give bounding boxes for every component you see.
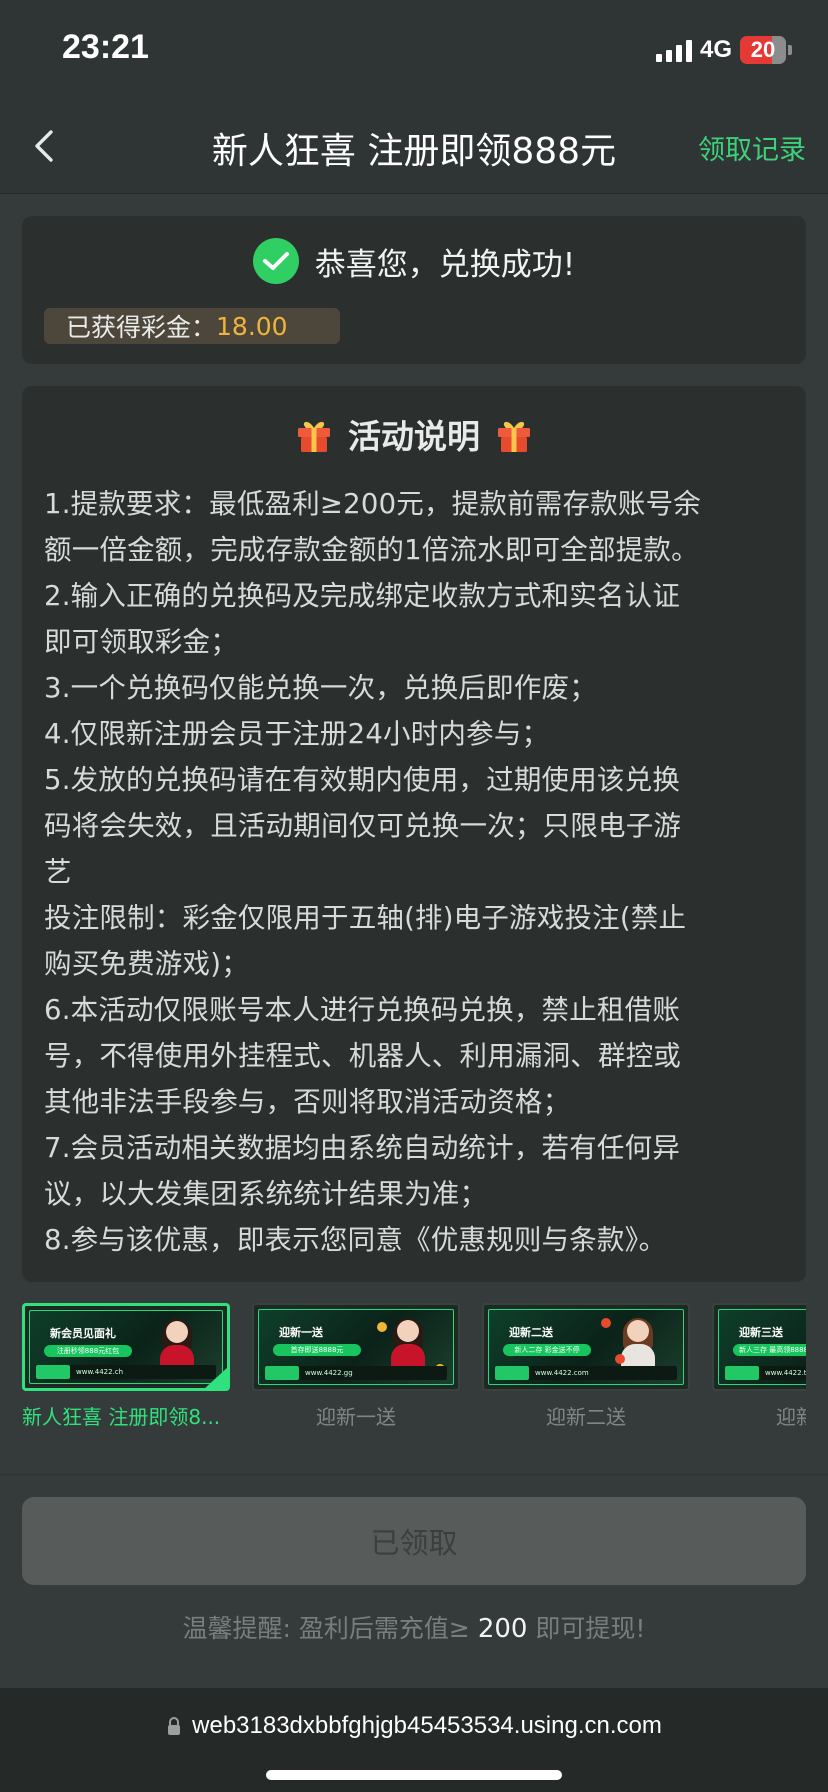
rule-line: 额一倍金额，完成存款金额的1倍流水即可全部提款。 (44, 534, 699, 566)
browser-url-bar[interactable]: web3183dxbbfghjgb45453534.using.cn.com (0, 1688, 828, 1792)
thumb-title: 迎新三送 (739, 1326, 783, 1339)
bottom-action-area: 已领取 温馨提醒: 盈利后需充值≥ 200 即可提现! (0, 1474, 828, 1688)
reminder-amount: 200 (477, 1614, 528, 1644)
promo-banner-item[interactable]: 迎新一送 首存即送8888元 www.4422.gg 迎新一送 (252, 1303, 460, 1427)
withdraw-reminder: 温馨提醒: 盈利后需充值≥ 200 即可提现! (0, 1609, 828, 1645)
rule-line: 5.发放的兑换码请在有效期内使用，过期使用该兑换 (44, 764, 681, 796)
description-header: 活动说明 (22, 410, 806, 458)
promo-banner-item[interactable]: 新会员见面礼 注册秒领888元红包 www.4422.ch 新人狂喜 注册即领8… (22, 1303, 230, 1427)
status-bar: 23:21 4G 20 (0, 0, 828, 100)
battery-icon: 20 (740, 36, 792, 64)
bonus-badge: 已获得彩金： 18.00 (44, 308, 340, 344)
promo-banner-carousel[interactable]: 新会员见面礼 注册秒领888元红包 www.4422.ch 新人狂喜 注册即领8… (22, 1303, 806, 1427)
rule-line: 即可领取彩金； (44, 626, 238, 658)
lock-icon (168, 1717, 181, 1735)
rule-line: 2.输入正确的兑换码及完成绑定收款方式和实名认证 (44, 580, 681, 612)
promo-banner-item[interactable]: 迎新三送 新人三存 最高领8888元 www.4422.tv 迎新三送 (712, 1303, 806, 1427)
thumb-url: www.4422.com (535, 1369, 589, 1377)
success-row: 恭喜您，兑换成功! (22, 238, 806, 284)
rule-line: 其他非法手段参与，否则将取消活动资格； (44, 1086, 571, 1118)
description-title: 活动说明 (348, 417, 480, 456)
activity-description-card: 活动说明 1.提款要求：最低盈利≥200元，提款前需存款账号余 额一倍金额，完成… (22, 386, 806, 1282)
promo-banner-thumbnail[interactable]: 迎新一送 首存即送8888元 www.4422.gg (252, 1303, 460, 1391)
reminder-suffix: 即可提现! (527, 1614, 646, 1643)
banner-label: 迎新三送 (776, 1405, 806, 1427)
success-message: 恭喜您，兑换成功! (314, 246, 576, 283)
status-time: 23:21 (62, 28, 149, 66)
rule-line: 3.一个兑换码仅能兑换一次，兑换后即作废； (44, 672, 597, 704)
signal-icon (655, 38, 692, 62)
gift-icon (498, 421, 530, 452)
rules-text: 1.提款要求：最低盈利≥200元，提款前需存款账号余 额一倍金额，完成存款金额的… (44, 481, 784, 1263)
rule-line: 6.本活动仅限账号本人进行兑换码兑换，禁止租借账 (44, 994, 681, 1026)
promo-banner-item[interactable]: 迎新二送 新人二存 彩金送不停 www.4422.com 迎新二送 (482, 1303, 690, 1427)
promo-banner-thumbnail[interactable]: 迎新二送 新人二存 彩金送不停 www.4422.com (482, 1303, 690, 1391)
rule-line: 号，不得使用外挂程式、机器人、利用漏洞、群控或 (44, 1040, 682, 1072)
banner-label: 迎新一送 (316, 1405, 396, 1427)
rule-line: 7.会员活动相关数据均由系统自动统计，若有任何异 (44, 1132, 681, 1164)
banner-label: 迎新二送 (546, 1405, 626, 1427)
thumb-subtitle: 注册秒领888元红包 (44, 1345, 132, 1357)
success-card: 恭喜您，兑换成功! 已获得彩金： 18.00 (22, 216, 806, 364)
network-type: 4G (699, 36, 732, 63)
status-indicators: 4G 20 (655, 34, 792, 66)
url-text[interactable]: web3183dxbbfghjgb45453534.using.cn.com (192, 1712, 662, 1740)
url-row[interactable]: web3183dxbbfghjgb45453534.using.cn.com (0, 1712, 828, 1740)
thumb-subtitle: 新人三存 最高领8888元 (733, 1344, 806, 1356)
rule-line: 4.仅限新注册会员于注册24小时内参与； (44, 718, 550, 750)
rule-line: 码将会失效，且活动期间仅可兑换一次；只限电子游 (44, 810, 682, 842)
thumb-subtitle: 首存即送8888元 (273, 1344, 361, 1356)
rule-line: 议，以大发集团系统统计结果为准； (44, 1178, 488, 1210)
reminder-prefix: 温馨提醒: 盈利后需充值≥ (182, 1614, 478, 1643)
claim-history-link[interactable]: 领取记录 (698, 128, 806, 167)
bonus-label: 已获得彩金： (66, 313, 217, 342)
promo-banner-thumbnail[interactable]: 新会员见面礼 注册秒领888元红包 www.4422.ch (22, 1303, 230, 1391)
thumb-url: www.4422.tv (765, 1369, 806, 1377)
thumb-subtitle: 新人二存 彩金送不停 (503, 1344, 591, 1356)
thumb-title: 新会员见面礼 (50, 1327, 116, 1340)
banner-label: 新人狂喜 注册即领8... (22, 1405, 221, 1427)
nav-bar: 新人狂喜 注册即领888元 领取记录 (0, 100, 828, 194)
rule-line: 购买免费游戏)； (44, 948, 249, 980)
bonus-value: 18.00 (216, 311, 288, 341)
rule-line: 投注限制：彩金仅限用于五轴(排)电子游戏投注(禁止 (44, 902, 687, 934)
claimed-button[interactable]: 已领取 (22, 1497, 806, 1585)
battery-level: 20 (750, 37, 776, 62)
promo-banner-thumbnail[interactable]: 迎新三送 新人三存 最高领8888元 www.4422.tv (712, 1303, 806, 1391)
home-indicator[interactable] (266, 1770, 562, 1780)
rule-line: 艺 (44, 856, 72, 888)
rule-line: 1.提款要求：最低盈利≥200元，提款前需存款账号余 (44, 488, 701, 520)
check-circle-icon (252, 238, 299, 284)
thumb-title: 迎新二送 (509, 1326, 553, 1339)
thumb-url: www.4422.ch (76, 1368, 124, 1376)
thumb-url: www.4422.gg (305, 1369, 353, 1377)
rule-line: 8.参与该优惠，即表示您同意《优惠规则与条款》。 (44, 1224, 667, 1256)
thumb-title: 迎新一送 (279, 1326, 323, 1339)
gift-icon (298, 421, 330, 452)
